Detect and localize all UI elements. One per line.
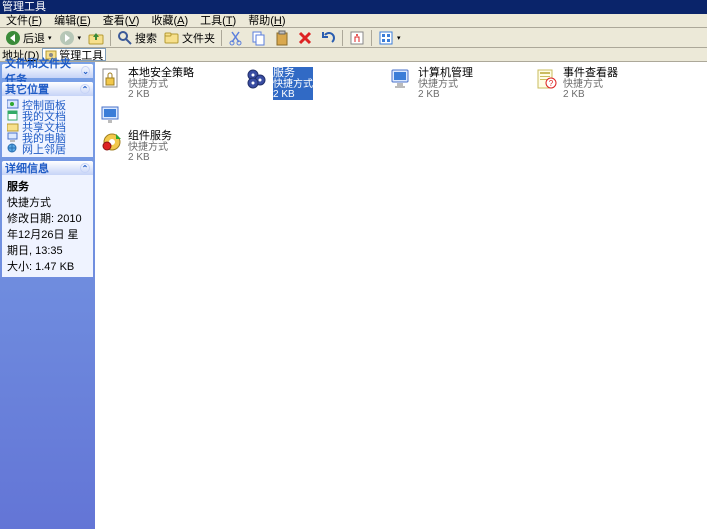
cut-icon [228, 30, 244, 46]
properties-icon [349, 30, 365, 46]
menu-tools[interactable]: 工具(T) [194, 14, 242, 28]
services-icon [245, 67, 269, 91]
titlebar: 管理工具 [0, 0, 707, 14]
menu-view[interactable]: 查看(V) [97, 14, 146, 28]
views-icon [378, 30, 394, 46]
paste-icon [274, 30, 290, 46]
delete-icon [297, 30, 313, 46]
folders-button[interactable]: 文件夹 [161, 29, 218, 47]
delete-button[interactable] [294, 29, 316, 47]
svg-text:?: ? [549, 79, 554, 88]
file-size: 2 KB [563, 90, 618, 100]
paste-button[interactable] [271, 29, 293, 47]
file-size: 2 KB [128, 90, 194, 100]
file-item-partial[interactable] [99, 102, 129, 128]
places-panel-header[interactable]: 其它位置 ⌃ [2, 82, 93, 96]
content-area: 文件和文件夹任务 ⌄ 其它位置 ⌃ 控制面板 我的文档 共 [0, 62, 707, 529]
search-button[interactable]: 搜索 [114, 29, 160, 47]
sidebar-item-network-places[interactable]: 网上邻居 [7, 143, 88, 154]
chevron-up-icon[interactable]: ⌃ [80, 84, 90, 94]
places-panel: 其它位置 ⌃ 控制面板 我的文档 共享文档 我的电脑 [2, 82, 93, 157]
network-places-icon [7, 143, 19, 154]
toolbar-separator [371, 30, 372, 46]
sidebar-item-label: 网上邻居 [22, 141, 66, 157]
details-modified: 修改日期: 2010年12月26日 星期日, 13:35 [7, 210, 88, 258]
chevron-down-icon[interactable]: ⌄ [81, 66, 90, 76]
details-panel-header[interactable]: 详细信息 ⌃ [2, 161, 93, 175]
menu-file[interactable]: 文件(F) [0, 14, 48, 28]
tasks-panel: 文件和文件夹任务 ⌄ [2, 64, 93, 78]
tasks-panel-header[interactable]: 文件和文件夹任务 ⌄ [2, 64, 93, 78]
menu-help[interactable]: 帮助(H) [242, 14, 291, 28]
computer-management-icon [390, 67, 414, 91]
copy-icon [251, 30, 267, 46]
views-button[interactable]: ▾ [375, 29, 404, 47]
my-documents-icon [7, 110, 19, 121]
up-button[interactable] [85, 29, 107, 47]
local-security-policy-icon [100, 67, 124, 91]
undo-button[interactable] [317, 29, 339, 47]
file-item-services[interactable]: 服务 快捷方式 2 KB [244, 66, 389, 101]
control-panel-icon [7, 99, 19, 110]
file-size: 2 KB [418, 90, 473, 100]
back-icon [5, 30, 21, 46]
sidebar: 文件和文件夹任务 ⌄ 其它位置 ⌃ 控制面板 我的文档 共 [0, 62, 95, 529]
file-item-computer-management[interactable]: 计算机管理 快捷方式 2 KB [389, 66, 534, 101]
views-dropdown-icon[interactable]: ▾ [397, 34, 401, 42]
file-list[interactable]: 本地安全策略 快捷方式 2 KB 服务 快捷方式 2 KB 计算机管理 快捷方式 [95, 62, 707, 529]
generic-shortcut-icon [100, 103, 124, 127]
back-button[interactable]: 后退 ▾ [2, 29, 55, 47]
window-title: 管理工具 [2, 1, 46, 13]
folder-up-icon [88, 30, 104, 46]
undo-icon [320, 30, 336, 46]
cut-button[interactable] [225, 29, 247, 47]
file-item-event-viewer[interactable]: ? 事件查看器 快捷方式 2 KB [534, 66, 679, 101]
menu-edit[interactable]: 编辑(E) [48, 14, 97, 28]
properties-button[interactable] [346, 29, 368, 47]
menubar: 文件(F) 编辑(E) 查看(V) 收藏(A) 工具(T) 帮助(H) [0, 14, 707, 28]
file-size: 2 KB [128, 153, 172, 163]
details-size: 大小: 1.47 KB [7, 258, 88, 274]
toolbar-separator [221, 30, 222, 46]
toolbar-separator [342, 30, 343, 46]
toolbar: 后退 ▾ ▾ 搜索 文件夹 ▾ [0, 28, 707, 48]
my-computer-icon [7, 132, 19, 143]
details-name: 服务 [7, 178, 88, 194]
shared-documents-icon [7, 121, 19, 132]
file-item-local-security-policy[interactable]: 本地安全策略 快捷方式 2 KB [99, 66, 244, 101]
toolbar-separator [110, 30, 111, 46]
back-dropdown-icon[interactable]: ▾ [48, 34, 52, 42]
copy-button[interactable] [248, 29, 270, 47]
file-size: 2 KB [273, 90, 313, 100]
forward-button[interactable]: ▾ [56, 29, 85, 47]
search-icon [117, 30, 133, 46]
forward-dropdown-icon[interactable]: ▾ [78, 34, 82, 42]
folders-icon [164, 30, 180, 46]
component-services-icon [100, 130, 124, 154]
event-viewer-icon: ? [535, 67, 559, 91]
file-item-component-services[interactable]: 组件服务 快捷方式 2 KB [99, 129, 244, 164]
menu-fav[interactable]: 收藏(A) [145, 14, 194, 28]
chevron-up-icon[interactable]: ⌃ [80, 163, 90, 173]
addressbar: 地址(D) 管理工具 [0, 48, 707, 62]
forward-icon [59, 30, 75, 46]
details-type: 快捷方式 [7, 194, 88, 210]
details-panel: 详细信息 ⌃ 服务 快捷方式 修改日期: 2010年12月26日 星期日, 13… [2, 161, 93, 277]
